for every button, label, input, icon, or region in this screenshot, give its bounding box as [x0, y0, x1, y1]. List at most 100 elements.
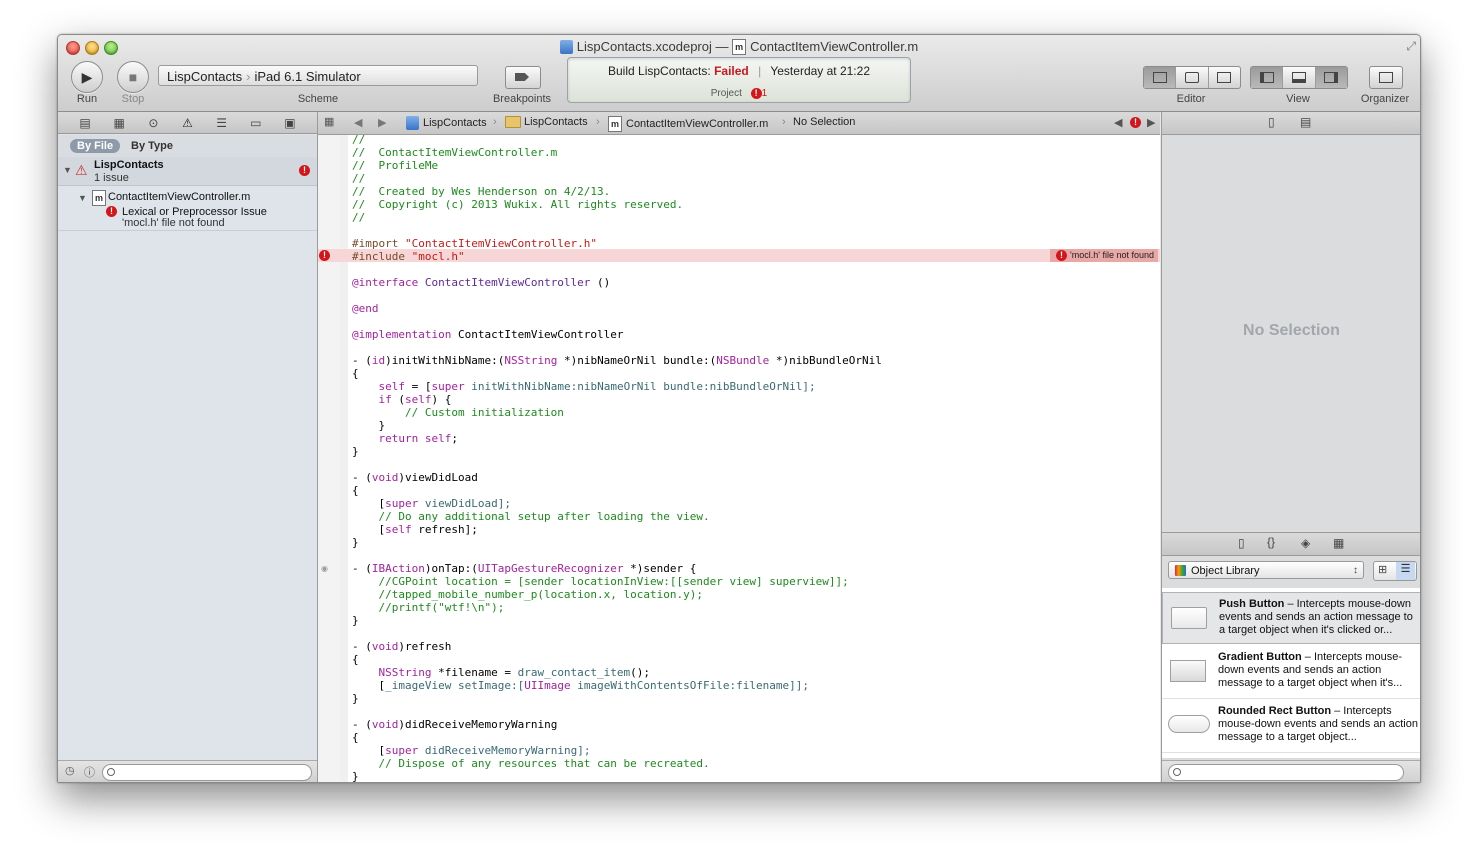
issue-summary[interactable]: Project ! 1 [568, 88, 910, 99]
error-icon: ! [299, 165, 310, 176]
crumb-project-label: LispContacts [423, 116, 487, 129]
quick-help-icon[interactable]: ▤ [1300, 115, 1311, 129]
xcodeproj-icon [406, 116, 419, 130]
jump-crumb-selection[interactable]: No Selection [793, 116, 855, 128]
code-line: } [352, 770, 359, 783]
library-filter-input[interactable] [1168, 764, 1404, 781]
push-button-thumbnail [1171, 607, 1207, 629]
disclosure-triangle-icon[interactable]: ▼ [78, 193, 87, 203]
navigator-filter-input[interactable] [102, 764, 312, 781]
view-control[interactable] [1250, 66, 1348, 89]
error-icon: ! [1056, 250, 1068, 262]
library-popup[interactable]: Object Library [1168, 561, 1364, 580]
library-item-gradient-button[interactable]: Gradient Button – Intercepts mouse-down … [1162, 646, 1420, 699]
code-line: } [352, 445, 359, 458]
media-library-icon[interactable]: ▦ [1333, 536, 1344, 550]
warning-triangle-icon[interactable]: ⚠ [179, 116, 195, 130]
tab-by-type[interactable]: By Type [124, 139, 180, 153]
focus-ribbon[interactable] [340, 135, 348, 782]
xcode-window: LispContacts.xcodeproj — m ContactItemVie… [57, 34, 1421, 783]
chevron-right-icon: › [596, 116, 600, 128]
project-issue-count: 1 issue [94, 172, 129, 184]
stop-button[interactable]: ■ [117, 61, 149, 93]
inline-error-message[interactable]: !'mocl.h' file not found [1050, 249, 1158, 262]
standard-editor-segment[interactable] [1144, 67, 1177, 88]
grid-view-icon[interactable]: ⊞ [1378, 563, 1387, 576]
utilities-toggle[interactable] [1315, 67, 1347, 88]
info-icon[interactable]: ⓘ [84, 764, 95, 780]
assistant-editor-segment[interactable] [1176, 67, 1209, 88]
tab-by-file[interactable]: By File [70, 139, 121, 153]
code-line: // Custom initialization [352, 406, 564, 419]
objc-file-icon: m [732, 38, 747, 55]
code-line: // Copyright (c) 2013 Wukix. All rights … [352, 198, 684, 211]
build-time: Yesterday at 21:22 [770, 64, 870, 78]
library-item-name: Rounded Rect Button [1218, 705, 1332, 717]
code-line: //printf("wtf!\n"); [352, 601, 505, 614]
issue-file-name[interactable]: ContactItemViewController.m [108, 191, 250, 203]
line-gutter[interactable] [318, 135, 341, 782]
build-failed-text: Failed [714, 64, 749, 78]
file-inspector-icon[interactable]: ▯ [1268, 115, 1275, 129]
organizer-button[interactable] [1369, 66, 1403, 89]
library-item-rounded-rect-button[interactable]: Rounded Rect Button – Intercepts mouse-d… [1162, 700, 1420, 753]
fullscreen-icon[interactable]: ⤢ [1406, 39, 1416, 54]
jump-crumb-group[interactable]: LispContacts [505, 116, 588, 129]
code-line: { [352, 367, 359, 380]
clock-icon[interactable]: ◷ [65, 764, 75, 777]
play-icon: ▶ [81, 69, 93, 85]
rounded-rect-button-thumbnail [1168, 715, 1210, 733]
editor-mode-control[interactable] [1143, 66, 1241, 89]
run-button[interactable]: ▶ [71, 61, 103, 93]
search-navigator-icon[interactable]: ⊙ [145, 116, 161, 130]
project-name: LispContacts [94, 159, 164, 171]
disclosure-triangle-icon[interactable]: ▼ [63, 165, 72, 175]
code-line: // [352, 211, 366, 224]
file-template-library-icon[interactable]: ▯ [1238, 536, 1245, 550]
jump-crumb-file[interactable]: m ContactItemViewController.m [608, 116, 768, 132]
forward-arrow-icon[interactable]: ▶ [378, 116, 386, 129]
library-view-toggle[interactable]: ⊞ ☰ [1373, 561, 1417, 581]
activity-viewer[interactable]: Build LispContacts: Failed | Yesterday a… [567, 57, 911, 103]
code-line: { [352, 484, 359, 497]
view-label: View [1286, 93, 1310, 105]
error-icon[interactable]: ! [1130, 117, 1141, 128]
window-title-dash: — [715, 39, 729, 55]
log-navigator-icon[interactable]: ▣ [282, 116, 298, 130]
code-line: //tapped_mobile_number_p(location.x, loc… [352, 588, 703, 601]
project-issue-row[interactable]: ▼ ⚠ LispContacts 1 issue ! [58, 157, 317, 186]
folder-icon[interactable]: ▤ [77, 116, 93, 130]
version-editor-segment[interactable] [1209, 67, 1240, 88]
code-line: // Do any additional setup after loading… [352, 510, 710, 523]
back-arrow-icon[interactable]: ◀ [354, 116, 362, 129]
standard-editor-icon [1152, 71, 1167, 83]
symbol-navigator-icon[interactable]: ▦ [111, 116, 127, 130]
next-issue-icon[interactable]: ▶ [1147, 116, 1155, 129]
error-gutter-icon[interactable]: ! [319, 250, 330, 261]
previous-issue-icon[interactable]: ◀ [1114, 116, 1122, 129]
debug-navigator-icon[interactable]: ☰ [214, 116, 230, 130]
library-item-push-button[interactable]: Push Button – Intercepts mouse-down even… [1162, 592, 1420, 644]
code-snippet-library-icon[interactable]: {} [1267, 535, 1275, 549]
code-line: // [352, 133, 366, 146]
organizer-label: Organizer [1360, 93, 1410, 105]
xcodeproj-icon [559, 39, 573, 54]
error-icon: ! [750, 88, 762, 99]
code-line: // ProfileMe [352, 159, 439, 172]
list-view-icon[interactable]: ☰ [1396, 562, 1415, 580]
scheme-popup[interactable]: LispContacts › iPad 6.1 Simulator [158, 65, 478, 86]
debug-area-toggle[interactable] [1283, 67, 1316, 88]
navigator-selector-bar: ▤ ▦ ⊙ ⚠ ☰ ▭ ▣ [58, 112, 317, 134]
breakpoint-navigator-icon[interactable]: ▭ [248, 116, 264, 130]
breakpoints-button[interactable] [505, 66, 541, 89]
navigator-toggle[interactable] [1251, 67, 1284, 88]
code-line: { [352, 731, 359, 744]
jump-bar: ▦ ◀ ▶ LispContacts › LispContacts › m Con… [318, 112, 1160, 135]
related-items-icon[interactable]: ▦ [324, 115, 334, 128]
ibaction-connection-icon[interactable]: ◉ [321, 564, 328, 573]
organizer-segment[interactable] [1370, 67, 1402, 88]
editor-label: Editor [1176, 93, 1206, 105]
jump-crumb-project[interactable]: LispContacts [406, 116, 487, 130]
code-line: @implementation ContactItemViewControlle… [352, 328, 624, 341]
object-library-icon[interactable]: ◈ [1301, 536, 1310, 550]
